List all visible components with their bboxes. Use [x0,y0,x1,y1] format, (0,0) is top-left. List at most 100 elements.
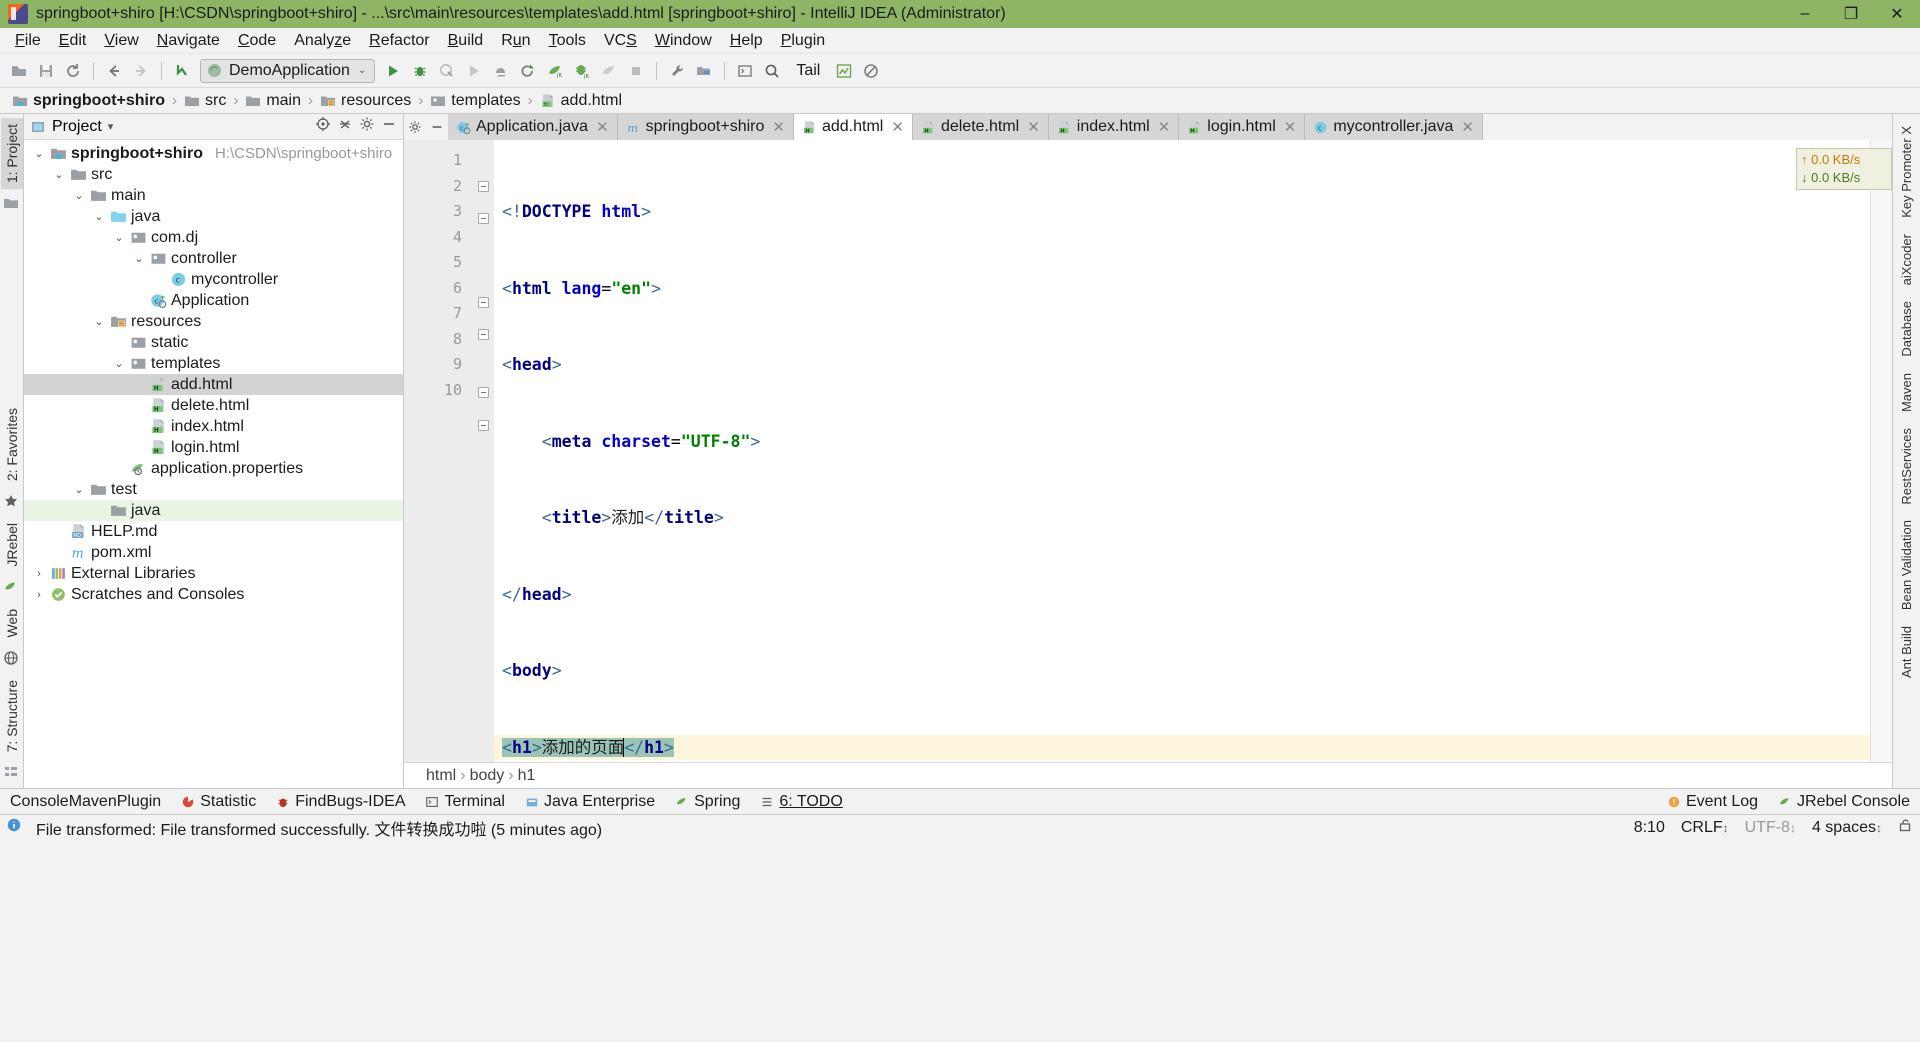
project-file-tree[interactable]: ⌄ springboot+shiro H:\CSDN\springboot+shir… [24,140,403,788]
code-editor[interactable]: 1 2 3 4 5 6 7 8 9 10 <!DOCTYPE html> <html lang="… [404,140,1892,762]
menu-file[interactable]: File [6,30,50,52]
sidebar-item-maven[interactable]: Maven [1896,367,1917,418]
close-icon[interactable]: ✕ [1158,118,1171,136]
no-entry-icon[interactable] [858,58,884,84]
breadcrumb-item-main[interactable]: main [241,91,305,111]
menu-refactor[interactable]: Refactor [360,30,438,52]
tree-node-pom-xml[interactable]: m pom.xml [24,542,403,563]
status-message[interactable]: File transformed: File transformed succe… [28,816,610,840]
jrebel-debug-icon[interactable]: JR [569,58,595,84]
toolwindow-java-enterprise[interactable]: Java Enterprise [515,791,665,813]
sidebar-item-bean-validation[interactable]: Bean Validation [1896,514,1917,616]
tree-node-templates[interactable]: ⌄ templates [24,353,403,374]
settings-gear-icon[interactable] [404,114,426,140]
sidebar-item-structure[interactable]: 7: Structure [1,674,23,758]
collapse-all-icon[interactable] [337,116,353,137]
menu-code[interactable]: Code [229,30,285,52]
menu-build[interactable]: Build [439,30,493,52]
search-everywhere-icon[interactable] [759,58,785,84]
fold-marker[interactable] [477,213,489,224]
expand-arrow-icon[interactable]: › [32,589,46,601]
save-all-icon[interactable] [33,58,59,84]
file-encoding[interactable]: UTF-8↕ [1737,819,1804,837]
expand-arrow-icon[interactable]: ⌄ [52,168,66,181]
project-view-selector[interactable]: Project ▾ [30,118,309,136]
caret-position[interactable]: 8:10 [1626,819,1673,837]
expand-arrow-icon[interactable]: ⌄ [132,252,146,265]
menu-tools[interactable]: Tools [540,30,595,52]
debug-icon[interactable] [407,58,433,84]
close-icon[interactable]: ✕ [596,118,609,136]
tree-node-login-html[interactable]: Hlogin.html [24,437,403,458]
editor-tab-application-java[interactable]: c Application.java ✕ [448,114,618,140]
tree-node-springboot-shiro[interactable]: ⌄ springboot+shiro H:\CSDN\springboot+shir… [24,143,403,164]
breadcrumb-item-project[interactable]: springboot+shiro [8,91,169,111]
expand-arrow-icon[interactable]: › [32,568,46,580]
update-project-icon[interactable] [169,58,195,84]
tree-node-controller[interactable]: ⌄ controller [24,248,403,269]
toolwindow-jrebel-console[interactable]: JRebel Console [1768,791,1920,813]
tail-button[interactable]: Tail [786,62,830,80]
sync-refresh-icon[interactable] [60,58,86,84]
breadcrumb-item-src[interactable]: src [180,91,230,111]
breadcrumb-item-resources[interactable]: resources [316,91,415,111]
editor-tab-login-html[interactable]: Hlogin.html ✕ [1179,114,1306,140]
sidebar-item-restservices[interactable]: RestServices [1896,422,1917,511]
code-text-area[interactable]: <!DOCTYPE html> <html lang="en"> <head> … [494,140,1870,762]
fold-marker[interactable] [477,419,489,431]
toolwindow-spring[interactable]: Spring [665,791,750,813]
maximize-button[interactable]: ❐ [1828,0,1874,28]
menu-edit[interactable]: Edit [50,30,96,52]
editor-tab-delete-html[interactable]: Hdelete.html ✕ [912,114,1049,140]
close-icon[interactable]: ✕ [772,118,785,136]
expand-arrow-icon[interactable]: ⌄ [32,147,46,160]
chart-icon[interactable] [831,58,857,84]
editor-tab-add-html[interactable]: Hadd.html ✕ [793,114,913,140]
expand-arrow-icon[interactable]: ⌄ [72,483,86,496]
run-icon[interactable] [380,58,406,84]
tree-node-java[interactable]: ⌄ java [24,206,403,227]
sidebar-item-database[interactable]: Database [1896,295,1917,363]
tree-node-delete-html[interactable]: Hdelete.html [24,395,403,416]
settings-wrench-icon[interactable] [664,58,690,84]
editor-breadcrumb-body[interactable]: body [470,767,505,785]
hide-icon[interactable] [426,114,448,140]
back-arrow-icon[interactable] [101,58,127,84]
code-folding-column[interactable] [472,140,494,762]
menu-navigate[interactable]: Navigate [148,30,229,52]
tree-node-static[interactable]: static [24,332,403,353]
sidebar-item-ant-build[interactable]: Ant Build [1896,620,1917,684]
sidebar-item-web[interactable]: Web [1,603,23,644]
toolwindow-terminal[interactable]: Terminal [415,791,514,813]
menu-vcs[interactable]: VCS [595,30,646,52]
menu-plugin[interactable]: Plugin [772,30,834,52]
sidebar-item-project[interactable]: 1: Project [0,118,23,190]
minimize-button[interactable]: – [1782,0,1828,28]
breadcrumb-item-file[interactable]: H add.html [536,91,626,111]
tree-node-src[interactable]: ⌄ src [24,164,403,185]
close-button[interactable]: ✕ [1874,0,1920,28]
editor-breadcrumb-h1[interactable]: h1 [518,767,536,785]
forward-arrow-icon[interactable] [128,58,154,84]
tree-node-java[interactable]: java [24,500,403,521]
tree-node-help-md[interactable]: MD HELP.md [24,521,403,542]
sidebar-item-key-promoter[interactable]: Key Promoter X [1896,120,1917,224]
editor-tab-springboot-shiro[interactable]: m springboot+shiro ✕ [617,114,794,140]
toolwindow-findbugs-idea[interactable]: FindBugs-IDEA [266,791,415,813]
settings-gear-icon[interactable] [359,116,375,137]
menu-run[interactable]: Run [492,30,539,52]
tree-node-application[interactable]: c Application [24,290,403,311]
tree-node-scratches-and-consoles[interactable]: › Scratches and Consoles [24,584,403,605]
line-separator[interactable]: CRLF↕ [1673,819,1737,837]
profile-icon[interactable] [488,58,514,84]
tree-node-index-html[interactable]: Hindex.html [24,416,403,437]
editor-tab-mycontroller-java[interactable]: c mycontroller.java ✕ [1305,114,1483,140]
fold-marker[interactable] [477,329,489,340]
expand-arrow-icon[interactable]: ⌄ [92,315,106,328]
toolwindow-statistic[interactable]: Statistic [171,791,266,813]
menu-view[interactable]: View [95,30,147,52]
sidebar-item-aixcoder[interactable]: aiXcoder [1896,228,1917,291]
menu-analyze[interactable]: Analyze [285,30,360,52]
toolwindow-todo[interactable]: 6: TODO [750,791,852,813]
hide-icon[interactable] [381,116,397,137]
